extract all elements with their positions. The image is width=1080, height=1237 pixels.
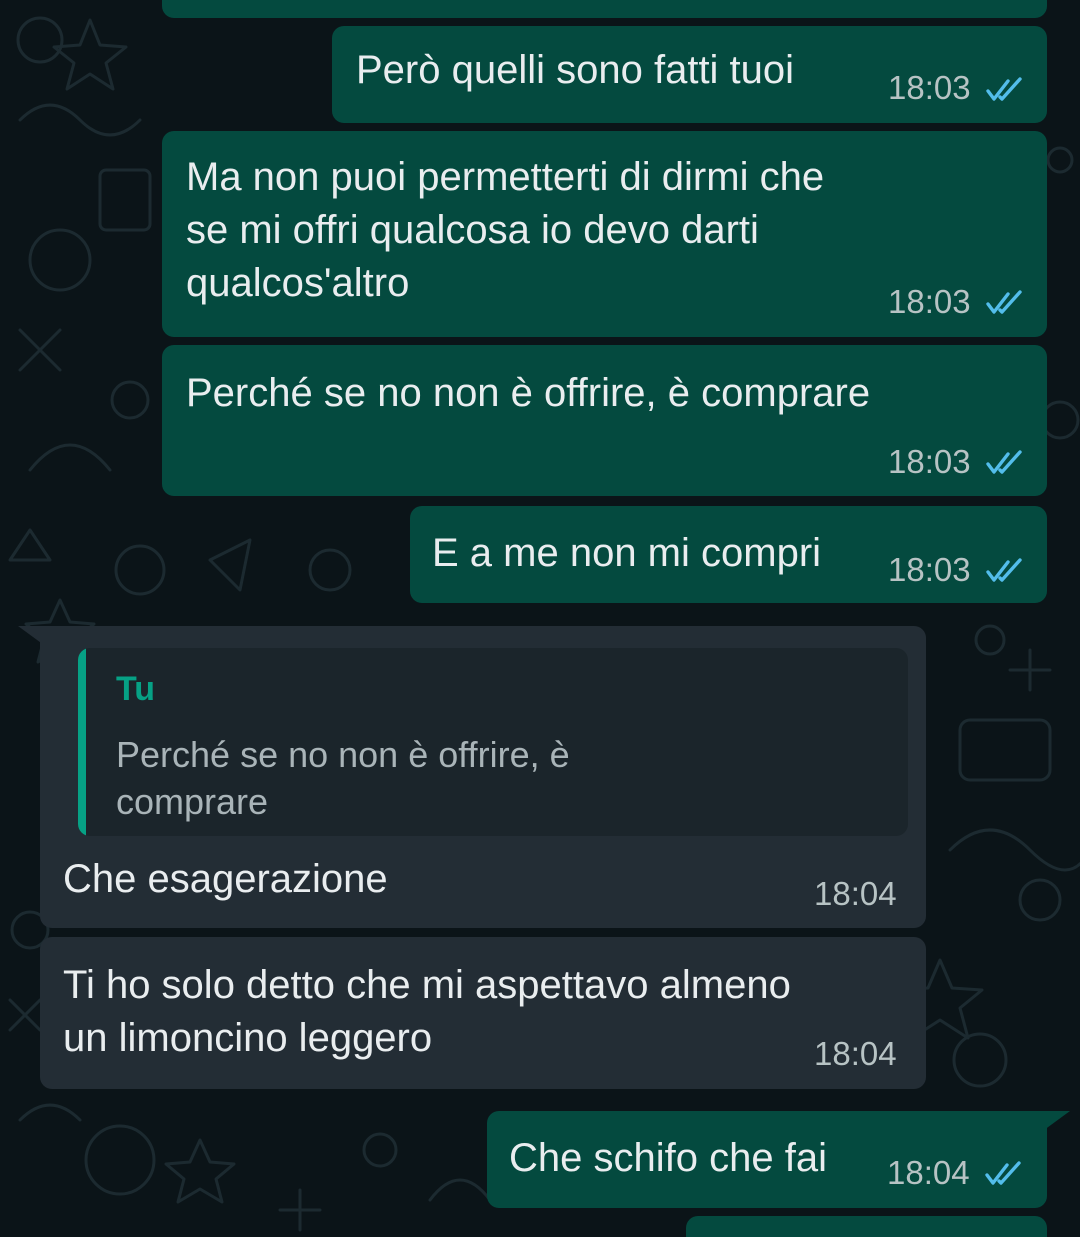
message-time: 18:03 <box>888 551 971 588</box>
message-text: Ma non puoi permetterti di dirmi che se … <box>186 155 825 305</box>
outgoing-message-bubble[interactable] <box>162 0 1047 18</box>
outgoing-message-bubble[interactable]: Ma non puoi permetterti di dirmi che se … <box>162 131 1047 337</box>
outgoing-message-bubble[interactable]: Perché se no non è offrire, è comprare 1… <box>162 345 1047 496</box>
reply-quote[interactable]: Tu Perché se no non è offrire, è comprar… <box>78 648 908 836</box>
message-time: 18:03 <box>888 443 971 480</box>
double-check-icon <box>986 290 1022 314</box>
double-check-icon <box>986 77 1022 101</box>
message-text: Perché se no non è offrire, è comprare <box>186 371 871 415</box>
double-check-icon <box>986 450 1022 474</box>
message-time: 18:03 <box>888 283 971 320</box>
message-time: 18:04 <box>814 1035 897 1072</box>
message-time: 18:03 <box>888 69 971 106</box>
message-text: Ti ho solo detto che mi aspettavo almeno… <box>63 963 791 1060</box>
double-check-icon <box>986 558 1022 582</box>
message-text: E a me non mi compri <box>432 531 822 575</box>
incoming-message-bubble[interactable]: Tu Perché se no non è offrire, è comprar… <box>40 626 926 928</box>
reply-quote-author: Tu <box>116 670 156 708</box>
outgoing-message-bubble[interactable]: E a me non mi compri 18:03 <box>410 506 1047 603</box>
message-text: Che esagerazione <box>63 857 388 901</box>
outgoing-message-bubble[interactable]: Che schifo che fai 18:04 <box>487 1111 1047 1208</box>
message-text: Però quelli sono fatti tuoi <box>356 48 795 92</box>
incoming-message-bubble[interactable]: Ti ho solo detto che mi aspettavo almeno… <box>40 937 926 1089</box>
message-text: Che schifo che fai <box>509 1136 827 1180</box>
outgoing-message-bubble[interactable]: Però quelli sono fatti tuoi 18:03 <box>332 26 1047 123</box>
reply-quote-bar <box>78 648 86 836</box>
message-time: 18:04 <box>887 1154 970 1191</box>
outgoing-message-bubble[interactable] <box>686 1216 1047 1237</box>
reply-quote-text: Perché se no non è offrire, è comprare <box>116 734 570 822</box>
double-check-icon <box>985 1161 1021 1185</box>
message-time: 18:04 <box>814 875 897 912</box>
